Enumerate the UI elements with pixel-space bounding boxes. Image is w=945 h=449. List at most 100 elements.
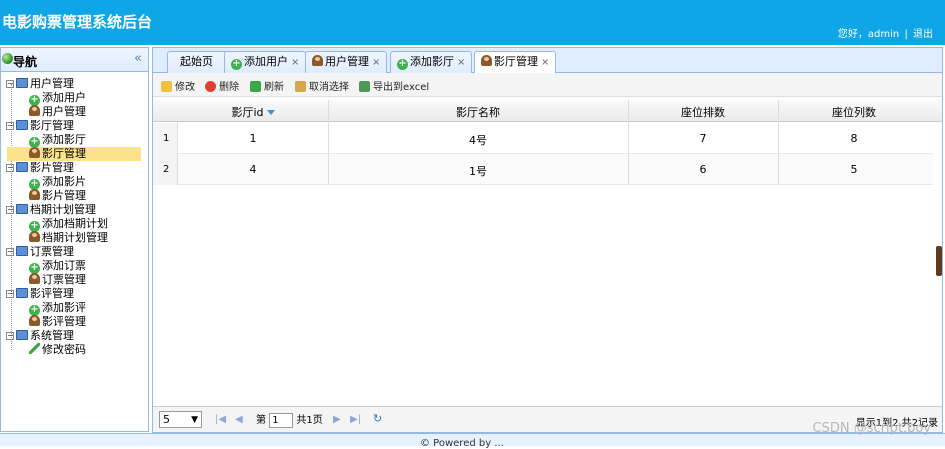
nav-panel-header: 导航 « — [1, 48, 148, 72]
nav-item-schedule-manage[interactable]: 档期计划管理 — [29, 231, 108, 245]
folder-icon — [16, 162, 28, 172]
undo-icon — [295, 81, 306, 92]
page-indicator: 第 1 共1页 — [256, 412, 323, 428]
last-page-icon[interactable]: ▶| — [350, 414, 361, 425]
close-icon[interactable]: × — [372, 57, 380, 68]
nav-group-system[interactable]: − 系统管理 — [6, 329, 74, 343]
user-icon — [29, 315, 40, 326]
add-icon: + — [397, 58, 408, 70]
user-icon — [29, 273, 40, 284]
globe-icon — [2, 53, 13, 64]
nav-item-film-manage[interactable]: 影片管理 — [29, 189, 86, 203]
edit-button[interactable]: 修改 — [161, 78, 195, 93]
user-icon — [29, 189, 40, 200]
user-icon — [29, 231, 40, 242]
collapse-icon[interactable]: « — [134, 51, 142, 66]
first-page-icon[interactable]: |◀ — [215, 414, 226, 425]
nav-item-hall-manage[interactable]: 影厅管理 — [7, 147, 141, 161]
close-icon[interactable]: × — [291, 57, 299, 68]
sort-desc-icon — [266, 110, 275, 115]
page-size-select[interactable]: 5 ▼ — [159, 411, 202, 428]
table-row[interactable]: 1 1 4号 7 8 — [153, 123, 933, 154]
row-number: 1 — [153, 123, 178, 154]
user-icon — [481, 55, 492, 66]
chevron-down-icon: ▼ — [191, 415, 198, 425]
column-header-rows[interactable]: 座位排数 — [628, 104, 778, 120]
grid-header: 影厅id 影厅名称 座位排数 座位列数 — [153, 100, 942, 122]
tab-bar: 起始页 + 添加用户 × 用户管理 × + 添加影厅 × 影厅管理 × — [153, 48, 942, 74]
column-divider — [328, 100, 329, 184]
logout-link[interactable]: 退出 — [913, 29, 933, 40]
nav-item-add-film[interactable]: + 添加影片 — [29, 175, 86, 190]
close-icon[interactable]: × — [541, 57, 549, 68]
refresh-icon — [250, 81, 261, 92]
page-number-input[interactable]: 1 — [269, 412, 294, 428]
nav-item-add-user[interactable]: + 添加用户 — [29, 91, 86, 106]
app-header: 电影购票管理系统后台 您好，admin | 退出 — [0, 0, 945, 45]
prev-page-icon[interactable]: ◀ — [235, 414, 243, 425]
cell-cols: 5 — [850, 163, 858, 176]
next-page-icon[interactable]: ▶ — [333, 414, 341, 425]
nav-group-hall[interactable]: − 影厅管理 — [6, 119, 74, 133]
nav-group-review[interactable]: − 影评管理 — [6, 287, 74, 301]
nav-item-add-hall[interactable]: + 添加影厅 — [29, 133, 86, 148]
nav-item-add-ticket[interactable]: + 添加订票 — [29, 259, 86, 274]
footer-text: © Powered by ... — [420, 438, 504, 449]
collapse-toggle-icon[interactable]: − — [6, 122, 14, 130]
refresh-button[interactable]: 刷新 — [250, 78, 284, 93]
nav-group-schedule[interactable]: − 档期计划管理 — [6, 203, 96, 217]
nav-item-user-manage[interactable]: 用户管理 — [29, 105, 86, 119]
collapse-toggle-icon[interactable]: − — [6, 332, 14, 340]
user-greeting: 您好，admin | 退出 — [836, 25, 933, 40]
delete-button[interactable]: 删除 — [205, 78, 239, 93]
scrollbar-thumb[interactable] — [936, 246, 942, 276]
nav-item-ticket-manage[interactable]: 订票管理 — [29, 273, 86, 287]
main-panel: 起始页 + 添加用户 × 用户管理 × + 添加影厅 × 影厅管理 × 修改 删除 刷新 取… — [152, 47, 943, 433]
user-icon — [29, 147, 40, 158]
cell-cols: 8 — [850, 132, 858, 145]
nav-title: 导航 — [13, 55, 38, 69]
nav-item-add-review[interactable]: + 添加影评 — [29, 301, 86, 316]
nav-item-add-schedule[interactable]: + 添加档期计划 — [29, 217, 108, 232]
collapse-toggle-icon[interactable]: − — [6, 80, 14, 88]
tab-add-hall[interactable]: + 添加影厅 × — [390, 51, 473, 73]
export-icon — [359, 81, 370, 92]
folder-icon — [16, 120, 28, 130]
toolbar: 修改 删除 刷新 取消选择 导出到excel — [153, 73, 942, 97]
cell-name: 1号 — [469, 165, 487, 178]
collapse-toggle-icon[interactable]: − — [6, 248, 14, 256]
nav-group-user[interactable]: − 用户管理 — [6, 77, 74, 91]
refresh-icon[interactable]: ↻ — [373, 412, 382, 425]
cell-rows: 6 — [699, 163, 707, 176]
folder-icon — [16, 330, 28, 340]
nav-item-change-password[interactable]: 修改密码 — [29, 343, 86, 357]
tab-home[interactable]: 起始页 — [167, 51, 232, 73]
nav-item-review-manage[interactable]: 影评管理 — [29, 315, 86, 329]
export-button[interactable]: 导出到excel — [359, 78, 429, 93]
nav-group-film[interactable]: − 影片管理 — [6, 161, 74, 175]
column-header-cols[interactable]: 座位列数 — [778, 104, 930, 120]
column-header-id[interactable]: 影厅id — [178, 104, 328, 120]
tab-user-manage[interactable]: 用户管理 × — [305, 51, 388, 73]
tab-hall-manage[interactable]: 影厅管理 × — [474, 51, 557, 74]
collapse-toggle-icon[interactable]: − — [6, 290, 14, 298]
greeting-text: 您好，admin — [837, 29, 900, 40]
nav-group-ticket[interactable]: − 订票管理 — [6, 245, 74, 259]
close-icon[interactable]: × — [457, 57, 465, 68]
cell-rows: 7 — [699, 132, 707, 145]
app-title: 电影购票管理系统后台 — [2, 13, 153, 31]
nav-panel: 导航 « − 用户管理 + 添加用户 用户管理 − 影厅管理 + 添加影厅 影厅管理 −… — [0, 47, 149, 432]
tab-add-user[interactable]: + 添加用户 × — [224, 51, 307, 73]
delete-icon — [205, 81, 216, 92]
cell-id: 4 — [249, 163, 257, 176]
folder-icon — [16, 288, 28, 298]
folder-icon — [16, 78, 28, 88]
user-icon — [312, 55, 323, 66]
column-divider — [628, 100, 629, 184]
collapse-toggle-icon[interactable]: − — [6, 164, 14, 172]
pencil-icon — [29, 343, 40, 354]
column-header-name[interactable]: 影厅名称 — [328, 104, 628, 120]
deselect-button[interactable]: 取消选择 — [295, 78, 349, 93]
collapse-toggle-icon[interactable]: − — [6, 206, 14, 214]
table-row[interactable]: 2 4 1号 6 5 — [153, 154, 933, 185]
